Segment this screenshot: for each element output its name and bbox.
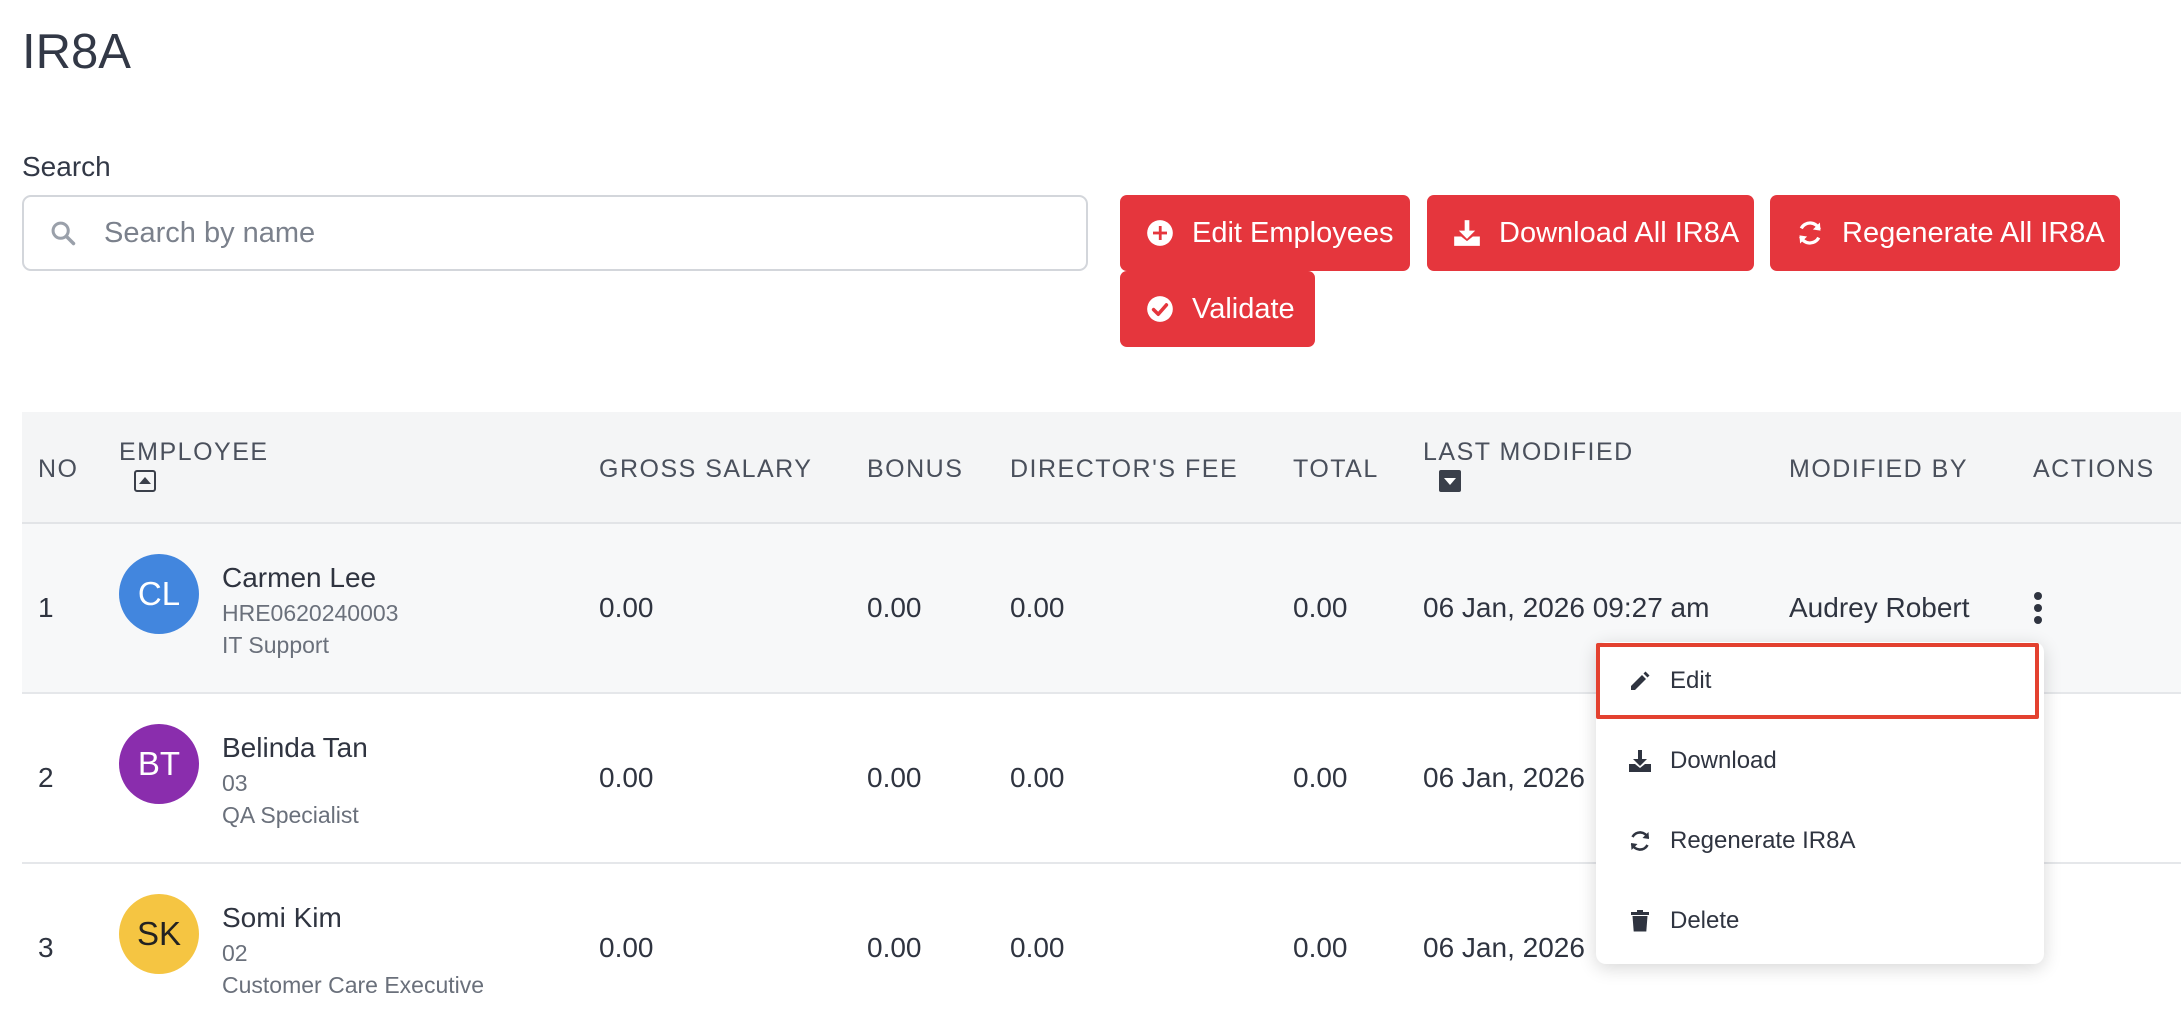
menu-item-label: Download: [1670, 747, 1777, 774]
employee-name: Belinda Tan: [222, 732, 368, 763]
gross-salary: 0.00: [599, 762, 654, 793]
more-actions-icon[interactable]: [2024, 588, 2052, 628]
last-modified: 06 Jan, 2026 09:27 am: [1423, 592, 1710, 623]
trash-icon: [1628, 909, 1652, 933]
download-icon: [1453, 218, 1481, 248]
header-employee[interactable]: EMPLOYEE: [119, 438, 269, 467]
row-number: 2: [38, 762, 54, 793]
edit-employees-button[interactable]: Edit Employees: [1120, 195, 1410, 271]
plus-circle-icon: [1146, 218, 1174, 248]
search-input[interactable]: [104, 216, 1004, 250]
directors-fee: 0.00: [1010, 932, 1065, 963]
directors-fee: 0.00: [1010, 592, 1065, 623]
employee-code: 03: [222, 770, 248, 796]
actions-menu: Edit Download Regenerate IR8A Delete: [1596, 642, 2044, 964]
bonus: 0.00: [867, 762, 922, 793]
employee-role: QA Specialist: [222, 802, 359, 828]
last-modified: 06 Jan, 2026: [1423, 932, 1585, 963]
table-header: NO EMPLOYEE GROSS SALARY BONUS DIRECTOR'…: [22, 412, 2181, 524]
validate-label: Validate: [1192, 292, 1295, 325]
avatar: SK: [119, 894, 199, 974]
modified-by: Audrey Robert: [1789, 592, 1970, 623]
total: 0.00: [1293, 762, 1348, 793]
menu-item-edit[interactable]: Edit: [1596, 648, 2044, 714]
header-directors-fee: DIRECTOR'S FEE: [1010, 455, 1239, 483]
search-icon: [48, 218, 78, 248]
employee-name: Somi Kim: [222, 902, 342, 933]
employee-name: Carmen Lee: [222, 562, 377, 593]
employee-role: Customer Care Executive: [222, 972, 485, 998]
menu-item-download[interactable]: Download: [1596, 728, 2044, 794]
sort-descending-icon[interactable]: [1439, 470, 1461, 492]
regenerate-all-label: Regenerate All IR8A: [1842, 216, 2105, 249]
menu-item-label: Edit: [1670, 667, 1712, 694]
sort-ascending-icon[interactable]: [134, 470, 156, 492]
header-last-modified[interactable]: LAST MODIFIED: [1423, 438, 1634, 467]
total: 0.00: [1293, 932, 1348, 963]
refresh-icon: [1628, 829, 1652, 853]
download-icon: [1628, 749, 1652, 773]
refresh-icon: [1796, 218, 1824, 248]
employee-role: IT Support: [222, 632, 329, 658]
directors-fee: 0.00: [1010, 762, 1065, 793]
gross-salary: 0.00: [599, 932, 654, 963]
bonus: 0.00: [867, 932, 922, 963]
menu-item-label: Delete: [1670, 907, 1740, 934]
page-title: IR8A: [22, 25, 131, 79]
menu-item-regenerate[interactable]: Regenerate IR8A: [1596, 808, 2044, 874]
last-modified: 06 Jan, 2026: [1423, 762, 1585, 793]
total: 0.00: [1293, 592, 1348, 623]
validate-button[interactable]: Validate: [1120, 271, 1315, 347]
header-actions: ACTIONS: [2033, 455, 2155, 483]
row-number: 1: [38, 592, 54, 623]
employee-code: HRE0620240003: [222, 600, 399, 626]
header-no: NO: [38, 455, 79, 483]
avatar: BT: [119, 724, 199, 804]
search-box[interactable]: [22, 195, 1088, 271]
header-bonus: BONUS: [867, 455, 964, 483]
download-all-button[interactable]: Download All IR8A: [1427, 195, 1754, 271]
header-modified-by: MODIFIED BY: [1789, 455, 1969, 483]
row-number: 3: [38, 932, 54, 963]
header-total: TOTAL: [1293, 455, 1379, 483]
employee-code: 02: [222, 940, 248, 966]
menu-item-delete[interactable]: Delete: [1596, 888, 2044, 954]
pencil-icon: [1628, 669, 1652, 693]
check-circle-icon: [1146, 294, 1174, 324]
avatar: CL: [119, 554, 199, 634]
download-all-label: Download All IR8A: [1499, 216, 1740, 249]
bonus: 0.00: [867, 592, 922, 623]
gross-salary: 0.00: [599, 592, 654, 623]
regenerate-all-button[interactable]: Regenerate All IR8A: [1770, 195, 2120, 271]
search-label: Search: [22, 151, 111, 182]
menu-item-label: Regenerate IR8A: [1670, 827, 1856, 854]
edit-employees-label: Edit Employees: [1192, 216, 1394, 249]
header-gross-salary: GROSS SALARY: [599, 455, 813, 483]
